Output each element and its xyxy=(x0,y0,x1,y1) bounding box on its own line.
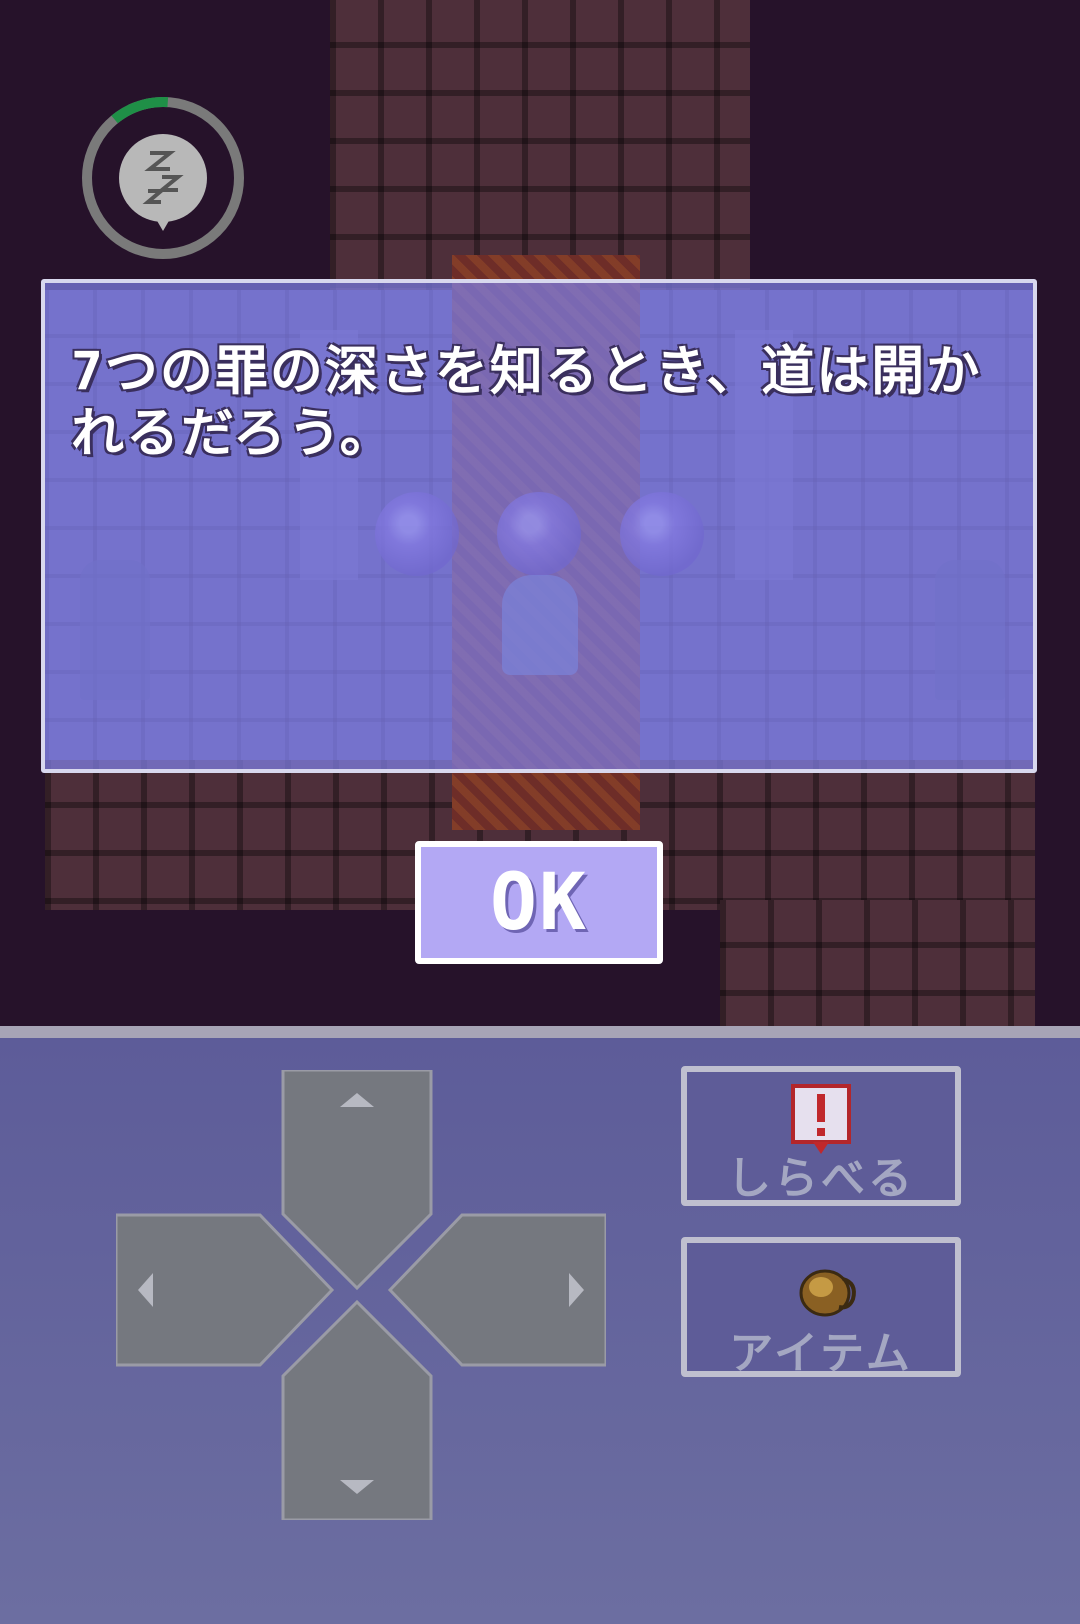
ok-button[interactable]: OK xyxy=(415,841,663,964)
ok-button-label: OK xyxy=(490,857,588,948)
dpad-up-button[interactable] xyxy=(281,1070,433,1291)
message-text: 7つの罪の深さを知るとき、道は開かれるだろう。 xyxy=(71,341,982,464)
item-button-label: アイテム xyxy=(729,1328,913,1379)
sleep-timer[interactable] xyxy=(78,93,248,263)
inspect-button-label: しらべる xyxy=(727,1153,915,1204)
zzz-sleep-icon xyxy=(119,134,207,231)
dpad-down-button[interactable] xyxy=(281,1299,433,1520)
leather-pouch-icon xyxy=(799,1269,856,1317)
message-dialog: 7つの罪の深さを知るとき、道は開かれるだろう。 xyxy=(41,279,1037,773)
inspect-button[interactable]: しらべる xyxy=(681,1066,961,1206)
dpad-right-button[interactable] xyxy=(387,1213,606,1367)
dpad[interactable] xyxy=(116,1070,606,1520)
dpad-left-button[interactable] xyxy=(116,1213,335,1367)
upper-corridor xyxy=(330,0,750,290)
lower-right-corridor xyxy=(720,900,1035,1030)
item-button[interactable]: アイテム xyxy=(681,1237,961,1379)
game-screen: 7つの罪の深さを知るとき、道は開かれるだろう。 OK しらべる アイテム xyxy=(0,0,1080,1624)
timer-progress-arc xyxy=(111,97,169,124)
